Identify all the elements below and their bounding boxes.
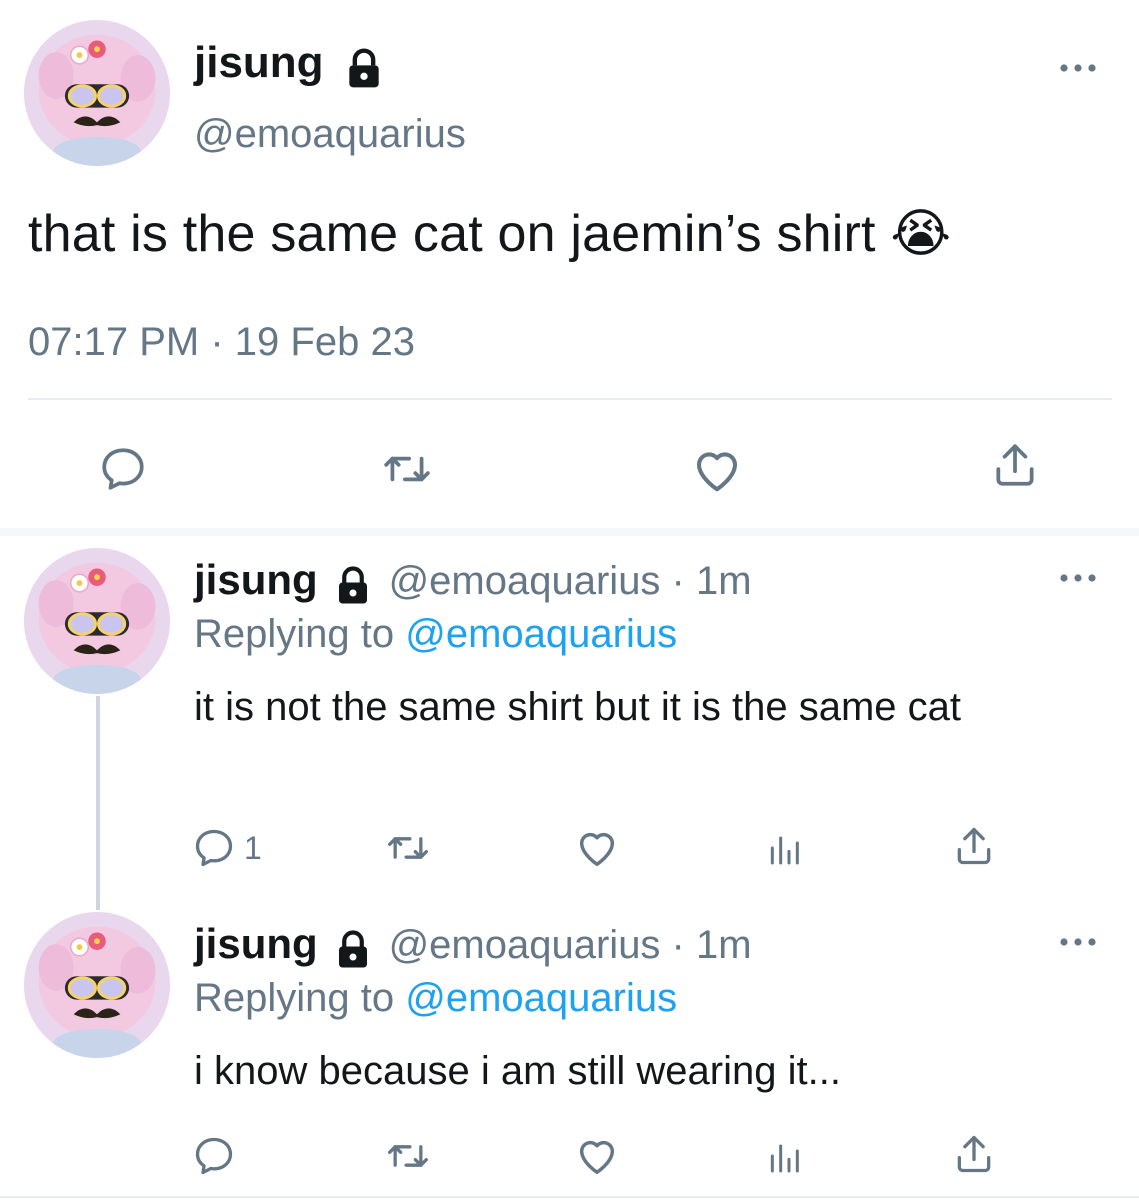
like-button[interactable] [574, 1132, 620, 1178]
replying-prefix: Replying to [194, 976, 395, 1020]
like-button[interactable] [574, 824, 620, 870]
more-icon[interactable] [1058, 936, 1098, 948]
retweet-icon [386, 826, 430, 870]
stats-icon [764, 828, 804, 868]
thread-line [96, 696, 100, 910]
retweet-button[interactable] [386, 1134, 430, 1178]
avatar-image [24, 548, 170, 694]
analytics-button[interactable] [764, 1136, 804, 1176]
replying-mention-link[interactable]: @emoaquarius [405, 976, 677, 1020]
reply-button[interactable] [192, 1134, 236, 1178]
reply-count: 1 [244, 829, 262, 866]
avatar-image [24, 912, 170, 1058]
reply-header: jisung @emoaquarius · 1m [194, 556, 752, 607]
display-name[interactable]: jisung [194, 920, 318, 967]
tweet-time: 07:17 PM [28, 320, 200, 364]
timestamp-separator: · [210, 320, 224, 364]
share-button[interactable] [990, 440, 1040, 490]
reply-meta[interactable]: @emoaquarius · 1m [389, 923, 752, 967]
reply-icon [192, 1134, 236, 1178]
retweet-icon [382, 444, 432, 494]
like-icon [690, 442, 744, 496]
replying-prefix: Replying to [194, 612, 395, 656]
reply-icon [98, 444, 148, 494]
handle[interactable]: @emoaquarius [194, 112, 466, 157]
divider [28, 398, 1112, 400]
like-icon [574, 1132, 620, 1178]
reply-icon [192, 826, 236, 870]
author-name-row: jisung [194, 38, 386, 91]
analytics-button[interactable] [764, 828, 804, 868]
tweet-date: 19 Feb 23 [234, 320, 415, 364]
retweet-button[interactable] [382, 444, 432, 494]
divider [0, 1196, 1139, 1198]
reply-header: jisung @emoaquarius · 1m [194, 920, 752, 971]
tweet-text: that is the same cat on jaemin’s shirt 😭 [28, 205, 952, 263]
stats-icon [764, 1136, 804, 1176]
avatar[interactable] [24, 20, 170, 166]
more-icon[interactable] [1058, 572, 1098, 584]
retweet-icon [386, 1134, 430, 1178]
reply-text: i know because i am still wearing it... [194, 1049, 841, 1093]
share-button[interactable] [952, 824, 996, 868]
like-icon [574, 824, 620, 870]
replying-mention-link[interactable]: @emoaquarius [405, 612, 677, 656]
display-name[interactable]: jisung [194, 38, 324, 87]
more-icon[interactable] [1058, 62, 1098, 74]
replying-to: Replying to @emoaquarius [194, 976, 677, 1021]
display-name[interactable]: jisung [194, 556, 318, 603]
replying-to: Replying to @emoaquarius [194, 612, 677, 657]
reply-button[interactable]: 1 [192, 826, 262, 870]
reply-avatar[interactable] [24, 548, 170, 694]
lock-icon [342, 47, 386, 91]
lock-icon [332, 929, 374, 971]
section-separator [0, 528, 1139, 536]
reply-button[interactable] [98, 444, 148, 494]
share-icon [990, 440, 1040, 490]
share-icon [952, 1132, 996, 1176]
avatar-image [24, 20, 170, 166]
reply-text: it is not the same shirt but it is the s… [194, 685, 961, 729]
share-icon [952, 824, 996, 868]
share-button[interactable] [952, 1132, 996, 1176]
tweet-timestamp[interactable]: 07:17 PM · 19 Feb 23 [28, 320, 415, 365]
retweet-button[interactable] [386, 826, 430, 870]
lock-icon [332, 565, 374, 607]
reply-meta[interactable]: @emoaquarius · 1m [389, 559, 752, 603]
like-button[interactable] [690, 442, 744, 496]
reply-avatar[interactable] [24, 912, 170, 1058]
